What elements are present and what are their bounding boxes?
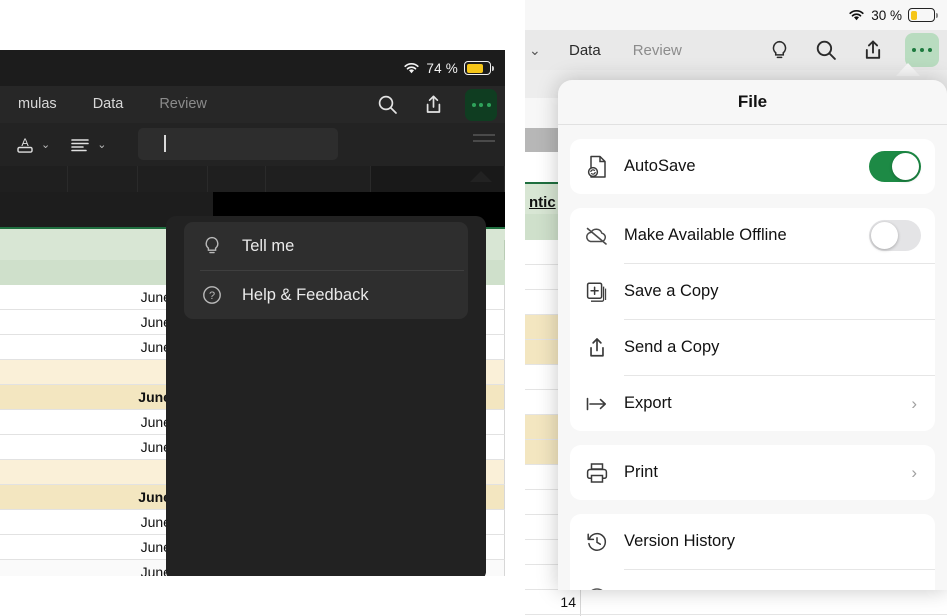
menu-item-autosave[interactable]: AutoSave <box>570 139 935 194</box>
chevron-right-icon: › <box>911 588 921 591</box>
info-circle-icon <box>584 586 610 591</box>
file-menu-pointer <box>896 63 920 76</box>
menu-item-properties[interactable]: Properties › <box>570 570 935 590</box>
menu-item-print[interactable]: Print › <box>570 445 935 500</box>
export-arrow-icon <box>584 394 610 414</box>
menu-body-backdrop <box>166 274 486 576</box>
battery-icon <box>464 61 491 75</box>
file-menu-panel: File AutoSave Make Available Offline Save … <box>558 80 947 590</box>
left-status-bar: 74 % <box>0 50 505 86</box>
menu-item-label: Export <box>624 394 897 413</box>
toolbar-divider <box>473 140 495 142</box>
battery-percent-label: 74 % <box>426 61 458 76</box>
right-window: ntic a 24 , 7, 711m11e1111m11e1111111111… <box>525 0 947 616</box>
align-group[interactable]: ⌄ <box>62 135 112 155</box>
chevron-down-icon[interactable]: ⌄ <box>41 138 50 151</box>
menu-item-tell-me[interactable]: Tell me <box>184 222 468 270</box>
chevron-right-icon: › <box>911 394 921 414</box>
file-menu-group: Version History Properties › <box>570 514 935 590</box>
tab-review[interactable]: Review <box>617 42 698 59</box>
save-copy-icon <box>584 280 610 304</box>
menu-item-label: Save a Copy <box>624 282 921 301</box>
menu-item-version-history[interactable]: Version History <box>570 514 935 569</box>
menu-item-send-a-copy[interactable]: Send a Copy <box>570 320 935 375</box>
share-icon <box>584 336 610 360</box>
menu-item-label: Tell me <box>242 237 294 256</box>
tab-review[interactable]: Review <box>141 86 225 123</box>
toggle-knob <box>871 222 898 249</box>
menu-item-label: Make Available Offline <box>624 226 855 245</box>
table-cell[interactable]: 14 <box>525 590 581 615</box>
more-options-icon[interactable] <box>905 33 939 67</box>
col-header-cell[interactable] <box>138 166 208 192</box>
col-header-cell[interactable] <box>68 166 138 192</box>
dropdown-pointer <box>470 171 492 182</box>
menu-item-label: Send a Copy <box>624 338 921 357</box>
tab-data[interactable]: Data <box>75 86 142 123</box>
chevron-right-icon: › <box>911 463 921 483</box>
right-status-bar: 30 % <box>525 0 947 30</box>
right-ribbon: ⌄ Data Review <box>525 30 947 70</box>
tab-formulas[interactable]: mulas <box>0 86 75 123</box>
menu-items-card: Tell me ? Help & Feedback <box>184 222 468 319</box>
col-header-cell[interactable] <box>208 166 266 192</box>
share-icon[interactable] <box>419 91 447 119</box>
left-ribbon-actions <box>373 86 497 123</box>
printer-icon <box>584 461 610 485</box>
lightbulb-icon <box>200 235 224 257</box>
col-header-cell[interactable] <box>266 166 371 192</box>
left-window: onen Är ett team t Ja June 2024Nej (2024… <box>0 50 505 576</box>
file-menu-groups: AutoSave Make Available Offline Save a Cop… <box>558 139 947 590</box>
wifi-icon <box>403 62 420 75</box>
menu-item-label: Properties <box>624 588 897 590</box>
question-circle-icon: ? <box>200 284 224 306</box>
name-box-input[interactable] <box>138 128 338 160</box>
chevron-down-icon[interactable]: ⌄ <box>97 138 106 151</box>
lightbulb-icon[interactable] <box>764 35 794 65</box>
menu-item-label: Help & Feedback <box>242 286 369 305</box>
search-icon[interactable] <box>811 35 841 65</box>
table-row[interactable]: 14 <box>525 590 947 615</box>
share-icon[interactable] <box>858 35 888 65</box>
left-column-headers <box>0 166 505 192</box>
col-header-cell[interactable] <box>0 166 68 192</box>
autosave-document-icon <box>584 154 610 180</box>
menu-item-label: Print <box>624 463 897 482</box>
align-text-icon[interactable] <box>68 135 92 155</box>
search-icon[interactable] <box>373 91 401 119</box>
table-cell[interactable] <box>581 590 921 615</box>
table-cell[interactable] <box>921 590 947 615</box>
menu-item-save-a-copy[interactable]: Save a Copy <box>570 264 935 319</box>
menu-item-make-available-offline[interactable]: Make Available Offline <box>570 208 935 263</box>
menu-item-label: Version History <box>624 532 921 551</box>
tab-data[interactable]: Data <box>553 42 617 59</box>
font-color-group[interactable]: A ⌄ <box>8 134 56 156</box>
left-ribbon-tabs: mulas Data Review <box>0 86 225 123</box>
file-menu-group: Print › <box>570 445 935 500</box>
toggle-knob <box>892 153 919 180</box>
file-menu-group: AutoSave <box>570 139 935 194</box>
battery-icon <box>908 8 935 22</box>
font-color-icon[interactable]: A <box>14 134 36 156</box>
toggle-switch[interactable] <box>869 220 921 251</box>
text-caret <box>164 135 166 152</box>
toolbar-divider <box>473 134 495 136</box>
more-options-icon[interactable] <box>465 89 497 121</box>
menu-item-help-feedback[interactable]: ? Help & Feedback <box>184 271 468 319</box>
battery-percent-label: 30 % <box>871 8 902 23</box>
menu-item-label: AutoSave <box>624 157 855 176</box>
toggle-switch[interactable] <box>869 151 921 182</box>
chevron-down-icon[interactable]: ⌄ <box>529 42 541 59</box>
left-ribbon: mulas Data Review <box>0 86 505 123</box>
wifi-icon <box>848 9 865 22</box>
svg-text:?: ? <box>209 290 215 302</box>
file-menu-title: File <box>558 80 947 125</box>
cloud-off-icon <box>584 225 610 247</box>
menu-item-export[interactable]: Export › <box>570 376 935 431</box>
right-ribbon-tabs: Data Review <box>553 30 698 70</box>
left-overflow-menu: Tell me ? Help & Feedback <box>166 216 486 576</box>
history-clock-icon <box>584 530 610 554</box>
screenshot-root: onen Är ett team t Ja June 2024Nej (2024… <box>0 0 947 616</box>
file-menu-group: Make Available Offline Save a Copy Send a … <box>570 208 935 431</box>
